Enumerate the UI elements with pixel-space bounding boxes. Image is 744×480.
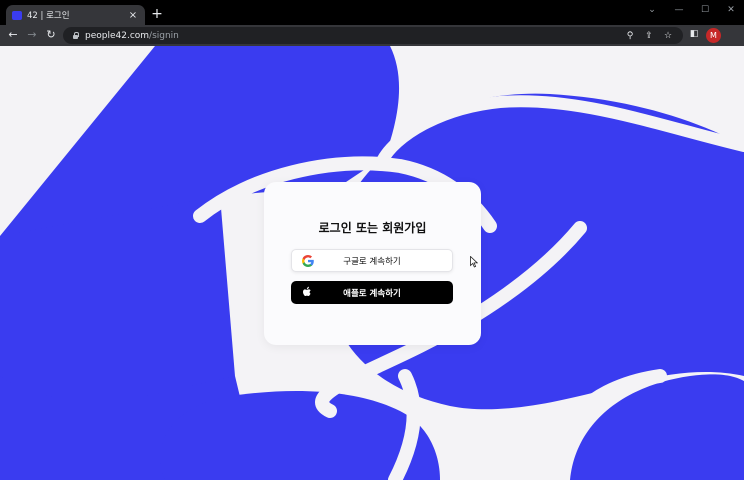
tab-search-chevron-icon[interactable]: ⌄: [645, 4, 659, 16]
share-icon[interactable]: ⇪: [643, 30, 655, 42]
signin-title: 로그인 또는 회원가입: [318, 221, 427, 235]
maximize-icon[interactable]: ☐: [698, 4, 712, 16]
back-arrow-icon[interactable]: ←: [6, 28, 20, 42]
signin-card: 로그인 또는 회원가입 구글로 계속하기 애플로 계속하기: [264, 182, 481, 345]
google-signin-button[interactable]: 구글로 계속하기: [291, 249, 453, 272]
google-signin-label: 구글로 계속하기: [343, 256, 401, 267]
reload-icon[interactable]: ↻: [44, 28, 58, 42]
address-bar[interactable]: people42.com/signin ⚲ ⇪ ☆: [63, 27, 683, 44]
apple-signin-label: 애플로 계속하기: [343, 288, 401, 299]
url-path: /signin: [149, 30, 179, 41]
browser-toolbar: ← → ↻ people42.com/signin ⚲ ⇪ ☆ ◧ M: [0, 25, 744, 46]
apple-icon: [303, 286, 311, 296]
apple-signin-button[interactable]: 애플로 계속하기: [291, 281, 453, 304]
side-panel-icon[interactable]: ◧: [688, 28, 700, 40]
mouse-cursor-icon: [470, 256, 478, 268]
browser-tab-strip: 42 | 로그인 × + ⌄ — ☐ ✕: [0, 0, 744, 25]
tab-close-icon[interactable]: ×: [127, 10, 139, 21]
tab-title: 42 | 로그인: [27, 11, 70, 21]
browser-tab[interactable]: 42 | 로그인 ×: [6, 5, 145, 25]
url-host: people42.com: [85, 30, 150, 41]
google-icon: [301, 254, 314, 268]
minimize-icon[interactable]: —: [672, 4, 686, 16]
profile-avatar[interactable]: M: [706, 28, 721, 43]
lock-icon: [72, 32, 79, 39]
site-favicon-icon: [12, 10, 22, 20]
location-pin-icon[interactable]: ⚲: [624, 30, 636, 42]
page-viewport: 로그인 또는 회원가입 구글로 계속하기 애플로 계속하기: [0, 46, 744, 480]
forward-arrow-icon[interactable]: →: [25, 28, 39, 42]
star-icon[interactable]: ☆: [662, 30, 674, 42]
new-tab-button[interactable]: +: [150, 7, 164, 21]
close-window-icon[interactable]: ✕: [724, 4, 738, 16]
